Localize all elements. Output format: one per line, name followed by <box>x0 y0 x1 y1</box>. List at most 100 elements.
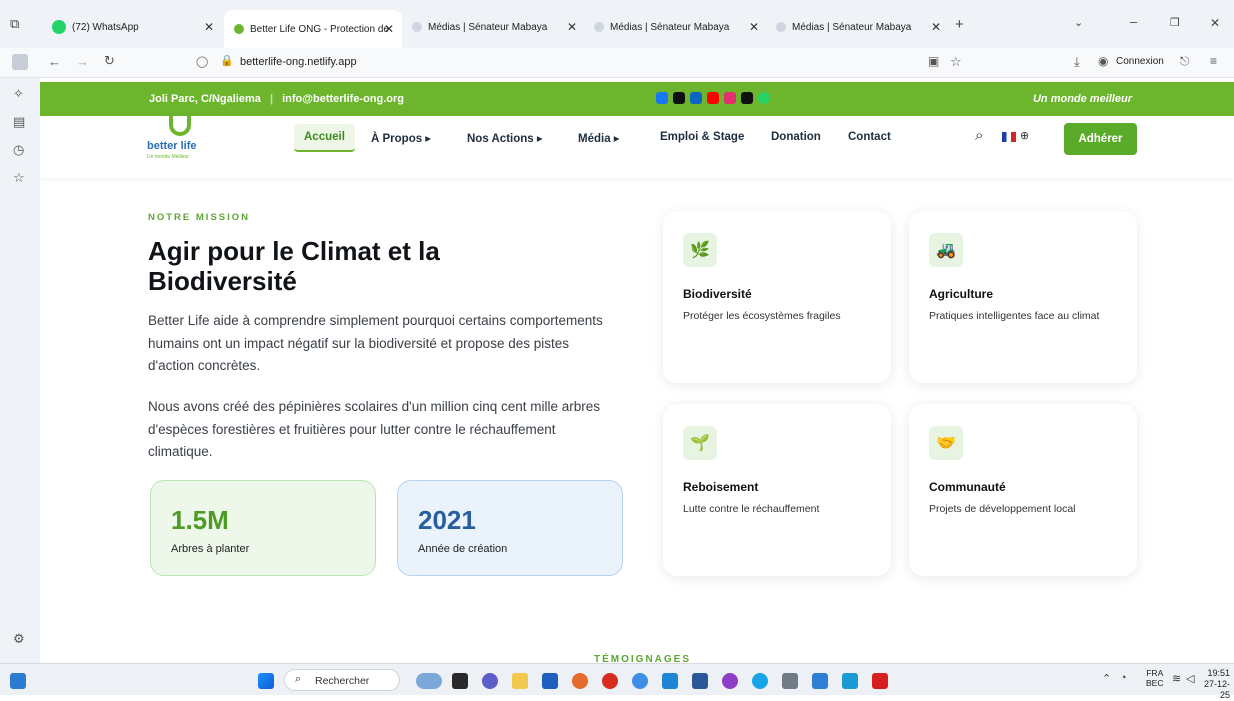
nav-contact[interactable]: Contact <box>848 131 891 143</box>
nav-accueil[interactable]: Accueil <box>294 124 355 152</box>
close-window-icon[interactable]: ✕ <box>1210 16 1220 30</box>
close-tab-icon[interactable]: ✕ <box>204 20 214 34</box>
tab-medias-1[interactable]: Médias | Sénateur Mabaya ✕ <box>412 14 584 40</box>
youtube-icon[interactable] <box>707 92 719 104</box>
volume-icon[interactable]: ◁ <box>1186 672 1194 685</box>
connexion-button[interactable]: Connexion <box>1116 56 1164 67</box>
reader-view-icon[interactable]: ▣ <box>928 54 939 68</box>
task-view-icon[interactable] <box>452 673 468 689</box>
vscode-icon[interactable] <box>662 673 678 689</box>
app-icon[interactable] <box>632 673 648 689</box>
store-icon[interactable] <box>542 673 558 689</box>
copilot-icon[interactable]: ✧ <box>13 86 24 102</box>
logo[interactable]: better life Un monde Meilleur <box>147 116 227 162</box>
opera-icon[interactable] <box>602 673 618 689</box>
settings-gear-icon[interactable]: ⚙ <box>13 631 25 647</box>
widgets-icon[interactable] <box>10 673 26 689</box>
x-twitter-icon[interactable] <box>673 92 685 104</box>
tab-medias-3[interactable]: Médias | Sénateur Mabaya ✕ <box>776 14 948 40</box>
tab-title: Better Life ONG - Protection de <box>250 23 389 35</box>
back-icon[interactable]: ← <box>48 54 61 69</box>
nav-a-propos[interactable]: À Propos ▸ <box>371 131 431 145</box>
windows-start-icon[interactable] <box>258 673 274 689</box>
tab-whatsapp[interactable]: (72) WhatsApp ✕ <box>52 14 222 40</box>
collections-icon[interactable]: ▤ <box>13 114 25 130</box>
card-reboisement[interactable]: 🌱 Reboisement Lutte contre le réchauffem… <box>663 404 891 576</box>
search-icon: ⌕ <box>295 673 302 685</box>
shield-icon[interactable]: ◯ <box>196 55 208 68</box>
card-agriculture[interactable]: 🚜 Agriculture Pratiques intelligentes fa… <box>909 211 1137 383</box>
file-explorer-icon[interactable] <box>512 673 528 689</box>
tiktok-icon[interactable] <box>741 92 753 104</box>
tractor-icon: 🚜 <box>929 233 963 267</box>
card-communaute[interactable]: 🤝 Communauté Projets de développement lo… <box>909 404 1137 576</box>
globe-icon[interactable]: ⊕ <box>1020 129 1029 142</box>
url-field[interactable]: betterlife-ong.netlify.app <box>240 56 357 68</box>
biodiversity-icon: 🌿 <box>683 233 717 267</box>
tab-better-life[interactable]: Better Life ONG - Protection de ✕ <box>224 10 402 48</box>
email-link[interactable]: info@betterlife-ong.org <box>282 93 404 105</box>
history-icon[interactable]: ◷ <box>13 142 24 158</box>
card-description: Pratiques intelligentes face au climat <box>929 310 1100 322</box>
nav-emploi-stage[interactable]: Emploi & Stage <box>660 131 744 143</box>
close-tab-icon[interactable]: ✕ <box>384 22 394 36</box>
edge-icon[interactable] <box>752 673 768 689</box>
card-biodiversite[interactable]: 🌿 Biodiversité Protéger les écosystèmes … <box>663 211 891 383</box>
network-alert-icon[interactable]: ◔ <box>1120 672 1127 684</box>
app-purple-icon[interactable] <box>722 673 738 689</box>
chevron-up-icon[interactable]: ⌃ <box>1102 672 1111 685</box>
tab-title: Médias | Sénateur Mabaya <box>428 21 548 33</box>
photos-icon[interactable] <box>812 673 828 689</box>
adherer-button[interactable]: Adhérer <box>1064 123 1137 155</box>
main-navigation: better life Un monde Meilleur Accueil À … <box>40 116 1234 178</box>
new-tab-icon[interactable]: + <box>955 16 964 33</box>
card-title: Biodiversité <box>683 287 752 301</box>
close-tab-icon[interactable]: ✕ <box>567 20 577 34</box>
nav-media[interactable]: Média ▸ <box>578 131 620 145</box>
lock-icon[interactable]: 🔒 <box>220 54 234 67</box>
clock[interactable]: 19:51 27-12-25 <box>1198 668 1230 701</box>
word-icon[interactable] <box>692 673 708 689</box>
share-icon[interactable]: ⎋ <box>1180 54 1190 69</box>
weather-widget-icon[interactable] <box>416 673 442 689</box>
linkedin-icon[interactable] <box>690 92 702 104</box>
handshake-icon: 🤝 <box>929 426 963 460</box>
search-icon[interactable]: ⌕ <box>975 127 983 144</box>
teams-icon[interactable] <box>482 673 498 689</box>
card-title: Communauté <box>929 480 1006 494</box>
nav-donation[interactable]: Donation <box>771 131 821 143</box>
reload-icon[interactable]: ↻ <box>104 53 115 69</box>
tab-list-chevron-icon[interactable]: ⌄ <box>1074 16 1083 29</box>
browser-sidebar: ✧ ▤ ◷ ☆ ⚙ <box>0 78 40 663</box>
windows-taskbar: ⌕ Rechercher ⌃ ◔ FRA BEC ≋ ◁ 19:51 27-12… <box>0 663 1234 700</box>
profile-icon[interactable]: ◉ <box>1098 54 1108 68</box>
close-tab-icon[interactable]: ✕ <box>749 20 759 34</box>
close-tab-icon[interactable]: ✕ <box>931 20 941 34</box>
restore-icon[interactable]: ❐ <box>1170 16 1180 29</box>
calculator-icon[interactable] <box>782 673 798 689</box>
whatsapp-social-icon[interactable] <box>758 92 770 104</box>
app-blue-icon[interactable] <box>842 673 858 689</box>
hero-title: Agir pour le Climat et la Biodiversité <box>148 236 440 296</box>
favorites-icon[interactable]: ☆ <box>13 170 25 186</box>
pdf-reader-icon[interactable] <box>872 673 888 689</box>
language-indicator[interactable]: FRA BEC <box>1146 668 1163 688</box>
logo-tagline: Un monde Meilleur <box>147 154 189 160</box>
forward-icon[interactable]: → <box>76 54 89 69</box>
download-icon[interactable]: ⤓ <box>1074 54 1080 70</box>
nav-nos-actions[interactable]: Nos Actions ▸ <box>467 131 543 145</box>
sidebar-toggle-icon[interactable] <box>12 54 28 70</box>
menu-icon[interactable]: ≡ <box>1210 54 1217 68</box>
tab-actions-icon[interactable]: ⧉ <box>10 16 19 32</box>
betterlife-favicon-icon <box>234 24 244 34</box>
hero-paragraph-2: Nous avons créé des pépinières scolaires… <box>148 399 601 459</box>
tab-medias-2[interactable]: Médias | Sénateur Mabaya ✕ <box>594 14 766 40</box>
wifi-icon[interactable]: ≋ <box>1172 672 1181 685</box>
minimize-icon[interactable]: – <box>1130 14 1137 29</box>
firefox-icon[interactable] <box>572 673 588 689</box>
instagram-icon[interactable] <box>724 92 736 104</box>
facebook-icon[interactable] <box>656 92 668 104</box>
taskbar-search-box[interactable]: ⌕ Rechercher <box>284 669 400 691</box>
favorite-star-icon[interactable]: ☆ <box>950 54 962 70</box>
french-flag-icon[interactable] <box>1002 132 1016 142</box>
